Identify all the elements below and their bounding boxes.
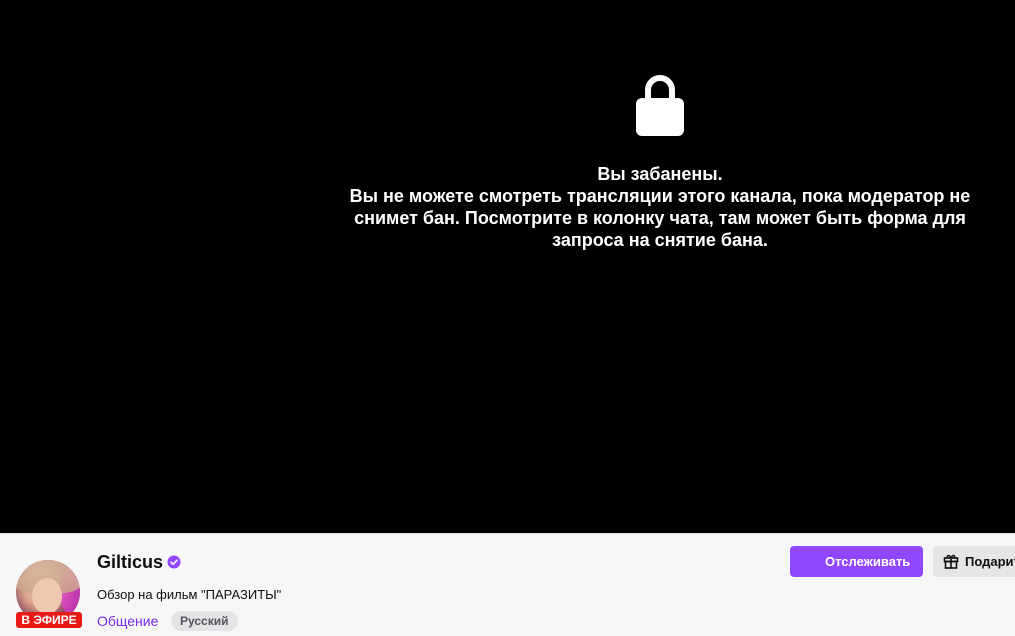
- follow-button[interactable]: Отслеживать: [790, 546, 923, 577]
- live-badge: В ЭФИРЕ: [16, 612, 82, 628]
- gift-button[interactable]: Подарить: [933, 546, 1015, 577]
- ban-title: Вы забанены.: [597, 164, 723, 184]
- ban-message: Вы забанены. Вы не можете смотреть транс…: [330, 163, 990, 251]
- channel-avatar[interactable]: В ЭФИРЕ: [16, 560, 82, 628]
- ban-line: снимет бан. Посмотрите в колонку чата, т…: [354, 208, 966, 228]
- avatar-face: [32, 578, 62, 614]
- video-player[interactable]: Вы забанены. Вы не можете смотреть транс…: [0, 0, 1015, 533]
- gift-icon: [943, 554, 959, 569]
- category-link[interactable]: Общение: [97, 612, 158, 630]
- stream-title: Обзор на фильм "ПАРАЗИТЫ": [97, 587, 282, 602]
- lock-icon: [636, 75, 684, 136]
- channel-name[interactable]: Gilticus: [97, 551, 163, 573]
- gift-label: Подарить: [965, 554, 1015, 569]
- channel-info-bar: В ЭФИРЕ Gilticus Обзор на фильм "ПАРАЗИТ…: [0, 533, 1015, 636]
- ban-line: Вы не можете смотреть трансляции этого к…: [349, 186, 971, 206]
- verified-badge-icon: [167, 555, 181, 569]
- language-tag[interactable]: Русский: [171, 611, 238, 631]
- ban-line: запроса на снятие бана.: [552, 230, 768, 250]
